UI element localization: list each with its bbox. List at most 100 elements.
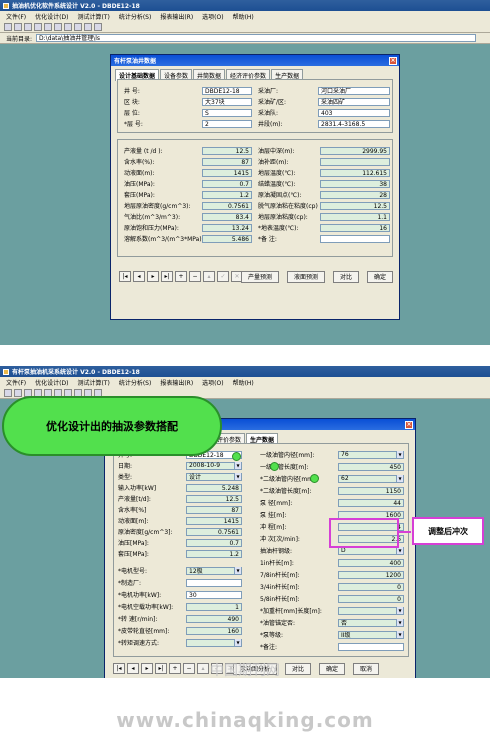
select-field[interactable]: 设计 ▼ [186, 472, 242, 481]
select-field[interactable]: II级 ▼ [338, 630, 404, 639]
menu-options[interactable]: 选项(O) [202, 378, 223, 387]
value-field[interactable]: 160 [186, 626, 242, 635]
menu-help[interactable]: 帮助(H) [233, 378, 254, 387]
chevron-down-icon[interactable]: ▼ [396, 547, 403, 554]
save-icon[interactable] [14, 22, 22, 31]
path-input[interactable]: D:\data\抽油井管理\ls [36, 34, 477, 42]
param-value[interactable]: 5.486 [202, 234, 252, 243]
layer-field[interactable]: S [202, 108, 252, 117]
oil-plant-field[interactable]: 河口采油厂 [318, 86, 390, 95]
menu-report[interactable]: 报表输出(R) [160, 378, 193, 387]
next-record-button[interactable]: ▸ [147, 271, 159, 282]
param-value[interactable]: 1415 [202, 168, 252, 177]
open-icon[interactable] [4, 388, 12, 397]
print-icon[interactable] [24, 22, 32, 31]
value-field[interactable]: 1.2 [186, 549, 242, 558]
select-field[interactable]: ▼ [186, 638, 242, 647]
value-field[interactable]: 0.7561 [186, 527, 242, 536]
chevron-down-icon[interactable]: ▼ [234, 567, 241, 574]
chevron-down-icon[interactable]: ▼ [234, 462, 241, 469]
param-value[interactable]: 13.24 [202, 223, 252, 232]
value-field[interactable]: 12.5 [186, 494, 242, 503]
close-icon[interactable]: × [389, 56, 397, 65]
new-icon[interactable] [34, 22, 42, 31]
value-field[interactable] [338, 642, 404, 651]
menu-file[interactable]: 文件(F) [6, 378, 26, 387]
value-field[interactable]: 44 [338, 498, 404, 507]
export-icon[interactable] [84, 22, 92, 31]
close-icon[interactable]: × [405, 420, 413, 429]
chart-icon[interactable] [44, 22, 52, 31]
select-field[interactable]: 76 ▼ [338, 450, 404, 459]
compare-button[interactable]: 对比 [333, 271, 360, 283]
help-icon[interactable] [94, 22, 102, 31]
value-field[interactable] [186, 578, 242, 587]
param-value[interactable]: 2999.95 [320, 146, 390, 155]
open-icon[interactable] [4, 22, 12, 31]
value-field[interactable]: 30 [186, 590, 242, 599]
select-field[interactable]: 否 ▼ [338, 618, 404, 627]
menu-design[interactable]: 优化设计(D) [35, 12, 68, 21]
menu-file[interactable]: 文件(F) [6, 12, 26, 21]
value-field[interactable]: 87 [186, 505, 242, 514]
chevron-down-icon[interactable]: ▼ [234, 639, 241, 646]
value-field[interactable]: 1200 [338, 570, 404, 579]
param-value[interactable]: 1.2 [202, 190, 252, 199]
select-field[interactable]: 62 ▼ [338, 474, 404, 483]
interval-field[interactable]: 2831.4-3168.5 [318, 119, 390, 128]
param-value[interactable]: 0.7561 [202, 201, 252, 210]
menu-help[interactable]: 帮助(H) [233, 12, 254, 21]
edit-record-button[interactable]: ▴ [203, 271, 215, 282]
menu-options[interactable]: 选项(O) [202, 12, 223, 21]
well-no-field[interactable]: DBDE12-18 [202, 86, 252, 95]
param-value[interactable]: 38 [320, 179, 390, 188]
add-record-button[interactable]: + [175, 271, 187, 282]
block-field[interactable]: 大37块 [202, 97, 252, 106]
param-value[interactable]: 1.1 [320, 212, 390, 221]
chevron-down-icon[interactable]: ▼ [396, 631, 403, 638]
ok-button[interactable]: 确定 [367, 271, 394, 283]
last-record-button[interactable]: ▸| [161, 271, 173, 282]
layer-no-field[interactable]: 2 [202, 119, 252, 128]
param-value[interactable]: 12.5 [202, 146, 252, 155]
param-value[interactable] [320, 157, 390, 166]
menu-stats[interactable]: 统计分析(S) [119, 12, 152, 21]
save-icon[interactable] [14, 388, 22, 397]
delete-record-button[interactable]: − [189, 271, 201, 282]
value-field[interactable]: 1 [186, 602, 242, 611]
mine-field[interactable]: 采油四矿 [318, 97, 390, 106]
value-field[interactable]: 5.248 [186, 483, 242, 492]
param-value[interactable]: 83.4 [202, 212, 252, 221]
value-field[interactable]: 490 [186, 614, 242, 623]
value-field[interactable]: 0 [338, 582, 404, 591]
chevron-down-icon[interactable]: ▼ [396, 451, 403, 458]
value-field[interactable]: 450 [338, 462, 404, 471]
level-forecast-button[interactable]: 液面预测 [287, 271, 326, 283]
param-value[interactable]: 16 [320, 223, 390, 232]
param-value[interactable]: 112.615 [320, 168, 390, 177]
menu-stats[interactable]: 统计分析(S) [119, 378, 152, 387]
chevron-down-icon[interactable]: ▼ [396, 619, 403, 626]
menu-design[interactable]: 优化设计(D) [35, 378, 68, 387]
value-field[interactable]: 1415 [186, 516, 242, 525]
select-field[interactable]: ▼ [338, 606, 404, 615]
menu-test[interactable]: 测试计算(T) [77, 378, 109, 387]
first-record-button[interactable]: |◂ [119, 271, 131, 282]
param-value[interactable]: 0.7 [202, 179, 252, 188]
param-value[interactable]: 28 [320, 190, 390, 199]
chevron-down-icon[interactable]: ▼ [234, 473, 241, 480]
report-icon[interactable] [74, 22, 82, 31]
menu-report[interactable]: 报表输出(R) [160, 12, 193, 21]
value-field[interactable]: 400 [338, 558, 404, 567]
param-value[interactable]: 12.5 [320, 201, 390, 210]
select-field[interactable]: 2008-10-9 ▼ [186, 461, 242, 470]
post-record-button[interactable]: ✓ [217, 271, 229, 282]
param-value[interactable]: 87 [202, 157, 252, 166]
chevron-down-icon[interactable]: ▼ [396, 607, 403, 614]
value-field[interactable]: 0.7 [186, 538, 242, 547]
team-field[interactable]: 403 [318, 108, 390, 117]
menu-test[interactable]: 测试计算(T) [77, 12, 109, 21]
select-field[interactable]: 12极 ▼ [186, 566, 242, 575]
calc-icon[interactable] [64, 22, 72, 31]
value-field[interactable]: 0 [338, 594, 404, 603]
